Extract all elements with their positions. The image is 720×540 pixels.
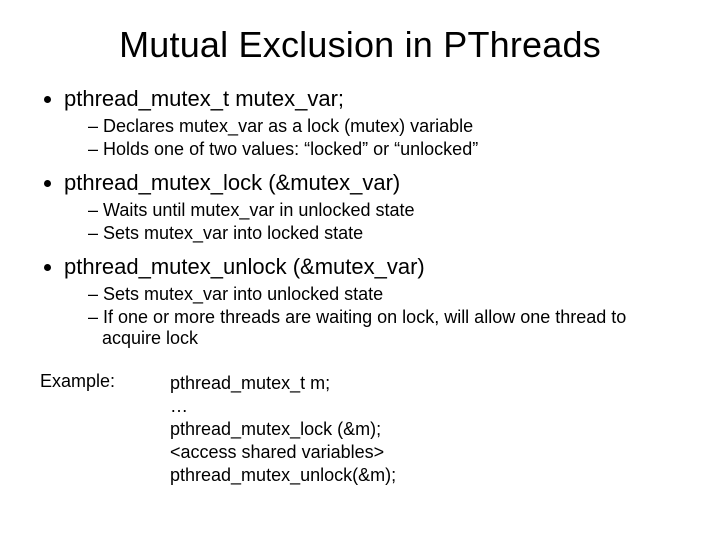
slide: Mutual Exclusion in PThreads pthread_mut…	[0, 0, 720, 540]
bullet-item: pthread_mutex_t mutex_var; Declares mute…	[64, 86, 680, 160]
bullet-text: pthread_mutex_unlock (&mutex_var)	[64, 254, 425, 279]
example-label: Example:	[40, 371, 170, 488]
code-line: <access shared variables>	[170, 442, 680, 463]
sub-bullet-item: Holds one of two values: “locked” or “un…	[88, 139, 680, 160]
sub-bullet-item: Sets mutex_var into locked state	[88, 223, 680, 244]
code-line: …	[170, 396, 680, 417]
bullet-item: pthread_mutex_lock (&mutex_var) Waits un…	[64, 170, 680, 244]
sub-bullet-item: Waits until mutex_var in unlocked state	[88, 200, 680, 221]
sub-bullet-list: Waits until mutex_var in unlocked state …	[88, 200, 680, 244]
sub-bullet-list: Declares mutex_var as a lock (mutex) var…	[88, 116, 680, 160]
sub-bullet-item: Declares mutex_var as a lock (mutex) var…	[88, 116, 680, 137]
bullet-list: pthread_mutex_t mutex_var; Declares mute…	[64, 86, 680, 349]
bullet-text: pthread_mutex_lock (&mutex_var)	[64, 170, 400, 195]
sub-bullet-list: Sets mutex_var into unlocked state If on…	[88, 284, 680, 349]
sub-bullet-item: Sets mutex_var into unlocked state	[88, 284, 680, 305]
code-line: pthread_mutex_lock (&m);	[170, 419, 680, 440]
sub-bullet-item: If one or more threads are waiting on lo…	[88, 307, 680, 349]
bullet-item: pthread_mutex_unlock (&mutex_var) Sets m…	[64, 254, 680, 349]
example-block: Example: pthread_mutex_t m; … pthread_mu…	[40, 371, 680, 488]
code-line: pthread_mutex_t m;	[170, 373, 680, 394]
bullet-text: pthread_mutex_t mutex_var;	[64, 86, 344, 111]
code-line: pthread_mutex_unlock(&m);	[170, 465, 680, 486]
slide-title: Mutual Exclusion in PThreads	[40, 24, 680, 66]
example-code: pthread_mutex_t m; … pthread_mutex_lock …	[170, 371, 680, 488]
